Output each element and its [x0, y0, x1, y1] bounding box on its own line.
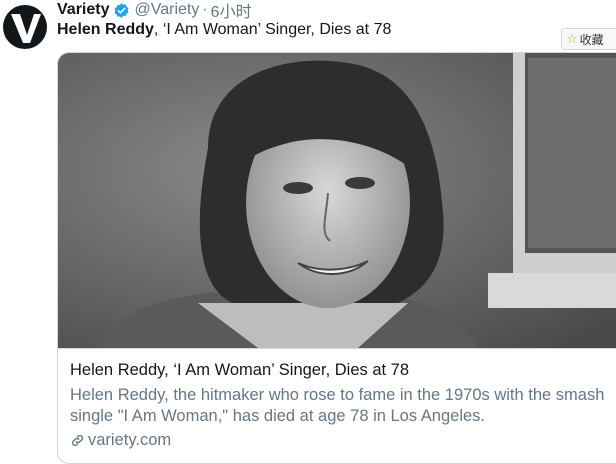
tweet-text: Helen Reddy, ‘I Am Woman’ Singer, Dies a… — [57, 21, 391, 39]
bookmark-label: 收藏 — [579, 32, 604, 47]
card-domain[interactable]: variety.com — [70, 431, 171, 450]
variety-logo-icon — [11, 14, 41, 43]
card-domain-text: variety.com — [88, 431, 172, 449]
link-icon — [72, 435, 83, 446]
user-handle[interactable]: @Variety — [134, 1, 199, 19]
card-body: Helen Reddy, ‘I Am Woman’ Singer, Dies a… — [58, 348, 616, 463]
verified-badge-icon — [114, 2, 129, 18]
card-title[interactable]: Helen Reddy, ‘I Am Woman’ Singer, Dies a… — [70, 361, 409, 380]
separator-dot: · — [202, 1, 208, 18]
portrait-photo — [58, 53, 616, 348]
star-icon: ☆ — [566, 31, 578, 46]
variety-avatar[interactable] — [3, 5, 47, 49]
display-name[interactable]: Variety — [57, 1, 109, 19]
card-description: Helen Reddy, the hitmaker who rose to fa… — [70, 386, 605, 425]
link-preview-card[interactable]: Helen Reddy, ‘I Am Woman’ Singer, Dies a… — [57, 52, 616, 464]
tweet-text-bold: Helen Reddy — [57, 21, 154, 38]
timestamp[interactable]: 6小时 — [211, 0, 252, 22]
tweet-header: Variety @Variety · 6小时 — [57, 0, 252, 22]
tweet-text-rest: , ‘I Am Woman’ Singer, Dies at 78 — [153, 21, 392, 38]
card-image[interactable] — [58, 53, 616, 348]
bookmark-button[interactable]: ☆ 收藏 — [561, 28, 616, 50]
